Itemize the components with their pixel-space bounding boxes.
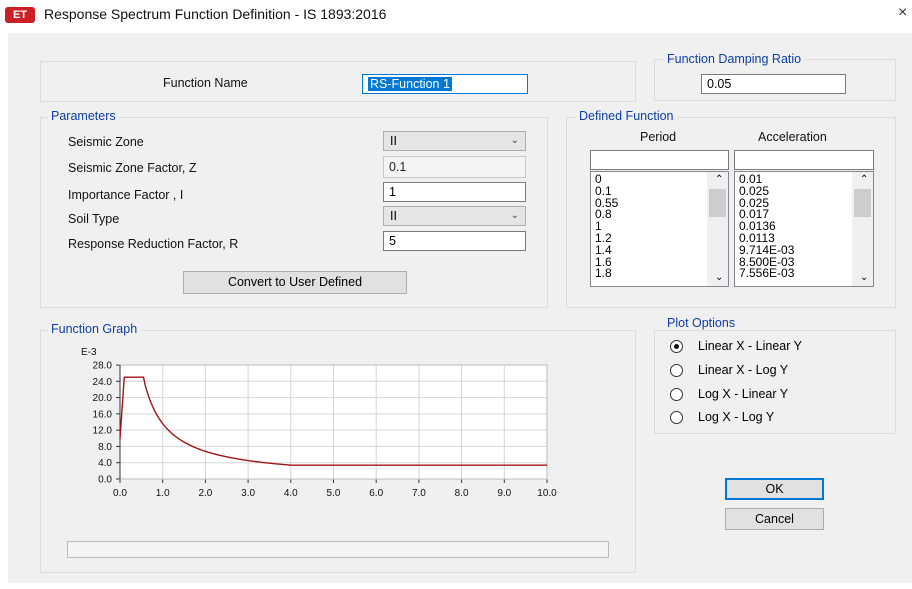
y-tick-label: 12.0 [93,426,113,437]
y-tick-label: 20.0 [93,393,113,404]
damping-title: Function Damping Ratio [664,52,805,66]
acceleration-edit-field[interactable] [734,150,874,170]
acceleration-list[interactable]: 0.01 0.025 0.025 0.017 0.0136 0.0113 9.7… [734,171,874,287]
importance-input[interactable]: 1 [383,182,526,202]
radio-icon[interactable] [670,388,683,401]
scrollbar-thumb[interactable] [709,189,726,217]
function-name-value: RS-Function 1 [368,77,452,91]
soil-type-label: Soil Type [68,212,120,226]
soil-type-select[interactable]: II ⌄ [383,206,526,226]
acceleration-header: Acceleration [758,130,827,144]
app-icon: ET [5,7,35,23]
x-tick-label: 9.0 [497,488,511,499]
defined-function-title: Defined Function [576,109,677,123]
y-tick-label: 8.0 [98,442,112,453]
function-graph-chart: 0.0 1.0 2.0 3.0 4.0 5.0 6.0 7.0 8.0 9.0 10.0 0.0 4.0… [93,361,558,500]
plot-options-title: Plot Options [664,316,739,330]
y-tick-label: 28.0 [93,361,113,372]
y-tick-label: 16.0 [93,409,113,420]
function-name-input[interactable]: RS-Function 1 [362,74,528,94]
plot-option-linear-log[interactable]: Linear X - Log Y [670,362,880,380]
plot-option-linear-linear[interactable]: Linear X - Linear Y [670,338,880,356]
function-name-label: Function Name [163,76,248,90]
radio-selected-icon[interactable] [670,340,683,353]
chevron-down-icon: ⌄ [510,210,519,221]
reduction-label: Response Reduction Factor, R [68,237,239,251]
x-tick-label: 4.0 [284,488,298,499]
parameters-title: Parameters [48,109,119,123]
damping-input[interactable]: 0.05 [701,74,846,94]
chevron-up-icon[interactable]: ⌃ [711,174,723,186]
zone-factor-label: Seismic Zone Factor, Z [68,161,197,175]
convert-to-user-defined-button[interactable]: Convert to User Defined [183,271,407,294]
x-tick-label: 3.0 [241,488,255,499]
window-title: Response Spectrum Function Definition - … [44,6,387,22]
importance-label: Importance Factor , I [68,188,184,202]
plot-option-label: Linear X - Linear Y [698,339,802,353]
radio-icon[interactable] [670,364,683,377]
y-tick-label: 0.0 [98,475,112,486]
seismic-zone-select[interactable]: II ⌄ [383,131,526,151]
plot-option-label: Log X - Linear Y [698,387,789,401]
y-tick-label: 24.0 [93,377,113,388]
function-name-group [40,61,636,102]
x-tick-label: 8.0 [455,488,469,499]
function-graph-title: Function Graph [48,322,141,336]
chevron-down-icon[interactable]: ⌄ [856,272,868,284]
y-tick-label: 4.0 [98,458,112,469]
acceleration-scrollbar[interactable]: ⌃ ⌄ [852,172,873,286]
period-header: Period [640,130,677,144]
x-tick-label: 7.0 [412,488,426,499]
reduction-input[interactable]: 5 [383,231,526,251]
chevron-down-icon[interactable]: ⌄ [711,272,723,284]
ok-button[interactable]: OK [725,478,824,500]
close-icon[interactable]: × [898,4,907,22]
cancel-button[interactable]: Cancel [725,508,824,530]
period-scrollbar[interactable]: ⌃ ⌄ [707,172,728,286]
seismic-zone-value: II [390,134,397,148]
plot-option-log-log[interactable]: Log X - Log Y [670,409,880,427]
x-tick-label: 6.0 [369,488,383,499]
scrollbar-thumb[interactable] [854,189,871,217]
x-tick-label: 1.0 [156,488,170,499]
title-bar: ET Response Spectrum Function Definition… [0,0,912,32]
x-tick-label: 2.0 [198,488,212,499]
chevron-down-icon: ⌄ [510,135,519,146]
plot-option-label: Linear X - Log Y [698,363,789,377]
plot-option-log-linear[interactable]: Log X - Linear Y [670,386,880,404]
period-list[interactable]: 0 0.1 0.55 0.8 1 1.2 1.4 1.6 1.8 ⌃ ⌄ [590,171,729,287]
chevron-up-icon[interactable]: ⌃ [856,174,868,186]
soil-type-value: II [390,209,397,223]
zone-factor-field: 0.1 [383,156,526,178]
x-tick-label: 0.0 [113,488,127,499]
plot-option-label: Log X - Log Y [698,410,775,424]
seismic-zone-label: Seismic Zone [68,135,144,149]
period-edit-field[interactable] [590,150,729,170]
graph-status-bar [67,541,609,558]
x-tick-label: 5.0 [327,488,341,499]
x-tick-label: 10.0 [537,488,557,499]
radio-icon[interactable] [670,411,683,424]
